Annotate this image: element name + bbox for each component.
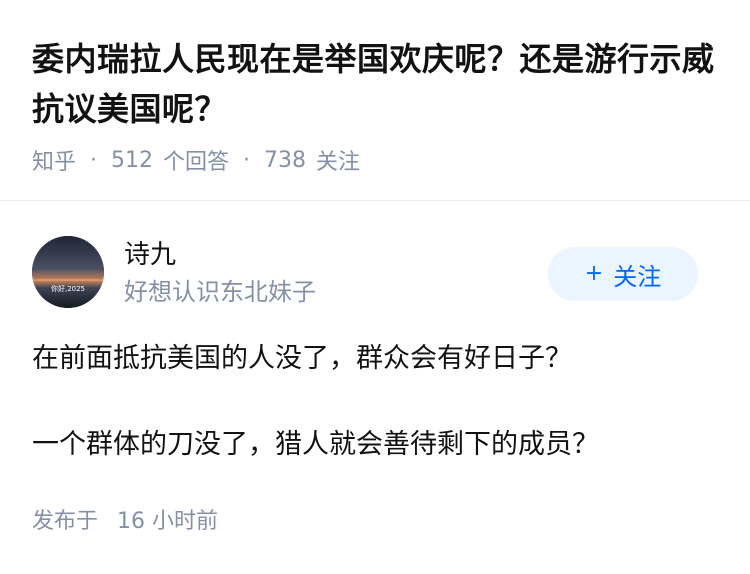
avatar-image: 你好,2025 xyxy=(32,236,104,308)
zhihu-answer-page: 委内瑞拉人民现在是举国欢庆呢？还是游行示威抗议美国呢？ 知乎 · 512 个回答… xyxy=(0,0,750,574)
follow-button-label: 关注 xyxy=(613,262,662,291)
question-source[interactable]: 知乎 xyxy=(32,144,76,176)
avatar-caption: 你好,2025 xyxy=(51,284,85,293)
answer-count-label: 个回答 xyxy=(163,150,230,175)
answer-count: 512 xyxy=(111,147,154,173)
avatar[interactable]: 你好,2025 xyxy=(32,236,104,308)
author-name[interactable]: 诗九 xyxy=(124,237,176,273)
plus-icon: + xyxy=(584,261,604,286)
question-meta: 知乎 · 512 个回答 · 738 关注 xyxy=(32,142,360,178)
author-bio: 好想认识东北妹子 xyxy=(124,278,316,306)
publish-time-value: 16 小时前 xyxy=(117,509,219,534)
answer-paragraph: 在前面抵抗美国的人没了，群众会有好日子？ xyxy=(32,343,572,374)
answer-paragraph: 一个群体的刀没了，猎人就会善待剩下的成员？ xyxy=(32,429,599,460)
publish-prefix: 发布于 xyxy=(32,509,99,534)
answer-card: 你好,2025 诗九 好想认识东北妹子 + 关注 在前面抵抗美国的人没了，群众会… xyxy=(0,201,750,574)
question-title[interactable]: 委内瑞拉人民现在是举国欢庆呢？还是游行示威抗议美国呢？ xyxy=(32,34,722,134)
follower-count: 738 xyxy=(264,147,307,173)
follower-count-label: 关注 xyxy=(316,150,361,175)
question-header: 委内瑞拉人民现在是举国欢庆呢？还是游行示威抗议美国呢？ 知乎 · 512 个回答… xyxy=(0,0,750,201)
follow-button[interactable]: + 关注 xyxy=(548,247,698,301)
meta-separator: · xyxy=(90,147,98,173)
meta-separator: · xyxy=(243,147,251,173)
publish-time: 发布于 16 小时前 xyxy=(32,505,218,539)
